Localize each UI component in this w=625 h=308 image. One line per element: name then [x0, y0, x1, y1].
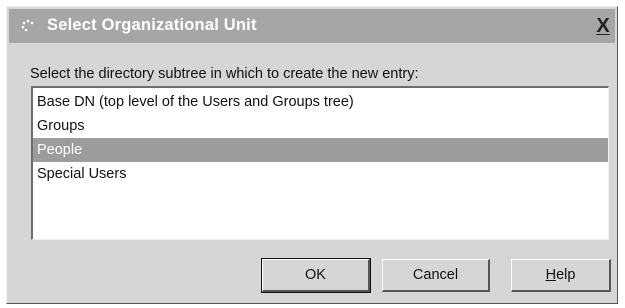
select-ou-dialog: Select Organizational Unit X Select the …	[6, 6, 618, 304]
help-label-rest: elp	[556, 267, 576, 283]
help-button-label: Help	[546, 267, 576, 283]
close-button[interactable]: X	[593, 16, 613, 36]
help-button[interactable]: Help	[511, 259, 611, 292]
dialog-title: Select Organizational Unit	[47, 16, 257, 34]
ok-button[interactable]: OK	[261, 258, 371, 293]
list-item[interactable]: People	[33, 138, 608, 162]
title-bar[interactable]: Select Organizational Unit X	[9, 9, 615, 43]
instruction-label: Select the directory subtree in which to…	[30, 66, 419, 82]
list-item[interactable]: Base DN (top level of the Users and Grou…	[33, 90, 608, 114]
help-mnemonic: H	[545, 267, 557, 283]
list-item[interactable]: Special Users	[33, 162, 608, 186]
ok-button-label: OK	[305, 267, 326, 283]
close-icon: X	[596, 15, 610, 37]
subtree-listbox[interactable]: Base DN (top level of the Users and Grou…	[31, 86, 609, 240]
cancel-button[interactable]: Cancel	[382, 259, 490, 292]
cancel-button-label: Cancel	[412, 267, 459, 283]
listbox-items: Base DN (top level of the Users and Grou…	[33, 88, 608, 186]
list-item[interactable]: Groups	[33, 114, 608, 138]
app-icon	[21, 19, 34, 32]
